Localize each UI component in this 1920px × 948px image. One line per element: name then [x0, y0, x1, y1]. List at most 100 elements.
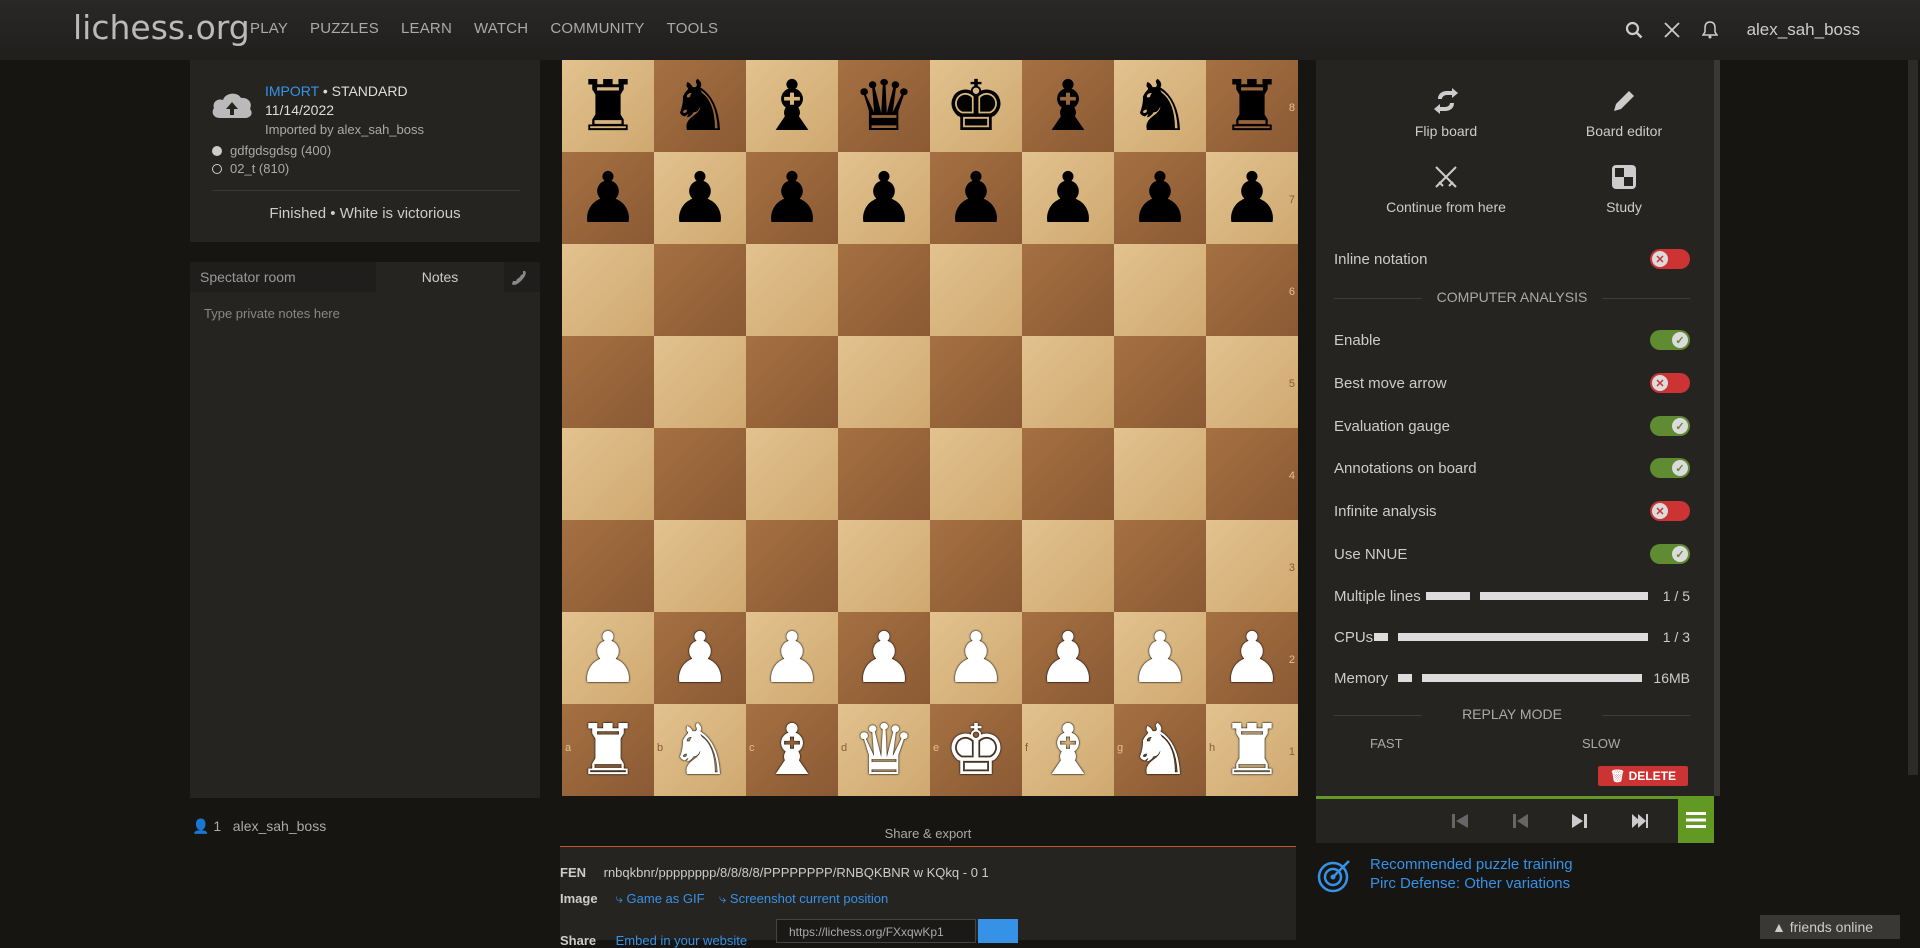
- white-queen-icon[interactable]: ♛: [853, 704, 916, 796]
- menu-hamburger-icon[interactable]: [1678, 796, 1714, 843]
- square-f7[interactable]: ♟: [1022, 152, 1114, 244]
- inline-notation-toggle[interactable]: ✕: [1650, 249, 1690, 269]
- square-c1[interactable]: ♝ c: [746, 704, 838, 796]
- white-pawn-icon[interactable]: ♟: [1037, 612, 1100, 704]
- black-pawn-icon[interactable]: ♟: [577, 152, 640, 244]
- white-pawn-icon[interactable]: ♟: [853, 612, 916, 704]
- opening-link[interactable]: Pirc Defense: Other variations: [1370, 875, 1570, 892]
- white-rook-icon[interactable]: ♜: [577, 704, 640, 796]
- square-a5[interactable]: [562, 336, 654, 428]
- annotations-toggle[interactable]: ✓: [1650, 458, 1690, 478]
- square-b4[interactable]: [654, 428, 746, 520]
- white-pawn-icon[interactable]: ♟: [1221, 612, 1284, 704]
- black-player[interactable]: 02_t (810): [212, 161, 289, 176]
- square-f6[interactable]: [1022, 244, 1114, 336]
- nav-play[interactable]: PLAY: [250, 20, 288, 37]
- continue-from-here-button[interactable]: Continue from here: [1356, 164, 1536, 215]
- puzzle-training-link[interactable]: Recommended puzzle training: [1370, 856, 1573, 873]
- square-h2[interactable]: ♟ 2: [1206, 612, 1298, 704]
- square-e3[interactable]: [930, 520, 1022, 612]
- tab-notes[interactable]: Notes: [376, 262, 504, 292]
- replay-fast[interactable]: FAST: [1370, 736, 1403, 751]
- black-pawn-icon[interactable]: ♟: [1037, 152, 1100, 244]
- square-g4[interactable]: [1114, 428, 1206, 520]
- square-f5[interactable]: [1022, 336, 1114, 428]
- black-pawn-icon[interactable]: ♟: [1221, 152, 1284, 244]
- friends-online-button[interactable]: ▲ friends online: [1760, 915, 1900, 939]
- last-move-icon[interactable]: [1626, 809, 1654, 833]
- black-rook-icon[interactable]: ♜: [577, 60, 640, 152]
- white-knight-icon[interactable]: ♞: [1129, 704, 1192, 796]
- square-c7[interactable]: ♟: [746, 152, 838, 244]
- square-c8[interactable]: ♝: [746, 60, 838, 152]
- square-c3[interactable]: [746, 520, 838, 612]
- square-h1[interactable]: ♜ 1 h: [1206, 704, 1298, 796]
- search-icon[interactable]: [1623, 19, 1645, 41]
- square-g8[interactable]: ♞: [1114, 60, 1206, 152]
- site-logo[interactable]: lichess.org: [73, 8, 250, 47]
- square-f3[interactable]: [1022, 520, 1114, 612]
- tab-spectator-room[interactable]: Spectator room: [200, 262, 296, 292]
- prev-move-icon[interactable]: [1506, 809, 1534, 833]
- white-pawn-icon[interactable]: ♟: [1129, 612, 1192, 704]
- square-a2[interactable]: ♟: [562, 612, 654, 704]
- page-scrollbar[interactable]: [1908, 60, 1918, 775]
- square-d3[interactable]: [838, 520, 930, 612]
- square-e4[interactable]: [930, 428, 1022, 520]
- enable-toggle[interactable]: ✓: [1650, 330, 1690, 350]
- white-rook-icon[interactable]: ♜: [1221, 704, 1284, 796]
- square-d7[interactable]: ♟: [838, 152, 930, 244]
- share-export-toggle[interactable]: Share & export: [560, 826, 1296, 841]
- black-pawn-icon[interactable]: ♟: [945, 152, 1008, 244]
- white-bishop-icon[interactable]: ♝: [761, 704, 824, 796]
- black-knight-icon[interactable]: ♞: [669, 60, 732, 152]
- square-c4[interactable]: [746, 428, 838, 520]
- white-pawn-icon[interactable]: ♟: [669, 612, 732, 704]
- game-as-gif-link[interactable]: Game as GIF: [627, 891, 705, 906]
- black-king-icon[interactable]: ♚: [945, 60, 1008, 152]
- square-h5[interactable]: 5: [1206, 336, 1298, 428]
- square-b6[interactable]: [654, 244, 746, 336]
- black-bishop-icon[interactable]: ♝: [761, 60, 824, 152]
- square-h4[interactable]: 4: [1206, 428, 1298, 520]
- share-url-input[interactable]: https://lichess.org/FXxqwKp1: [776, 919, 976, 943]
- infinite-toggle[interactable]: ✕: [1650, 501, 1690, 521]
- square-g1[interactable]: ♞ g: [1114, 704, 1206, 796]
- square-d1[interactable]: ♛ d: [838, 704, 930, 796]
- square-e5[interactable]: [930, 336, 1022, 428]
- nav-tools[interactable]: TOOLS: [667, 20, 719, 37]
- white-bishop-icon[interactable]: ♝: [1037, 704, 1100, 796]
- white-player[interactable]: gdfgdsgdsg (400): [212, 143, 331, 158]
- black-pawn-icon[interactable]: ♟: [853, 152, 916, 244]
- square-b8[interactable]: ♞: [654, 60, 746, 152]
- black-pawn-icon[interactable]: ♟: [669, 152, 732, 244]
- square-c6[interactable]: [746, 244, 838, 336]
- square-c5[interactable]: [746, 336, 838, 428]
- chess-board[interactable]: ♜ ♞ ♝ ♛ ♚ ♝ ♞ ♜ 8 ♟ ♟ ♟ ♟ ♟ ♟ ♟ ♟ 7 6 5 4 3 ♟ ♟ ♟ ♟ ♟ ♟ ♟ ♟ 2 ♜ a ♞ b ♝ c ♛ d ♚…: [562, 60, 1298, 796]
- square-d6[interactable]: [838, 244, 930, 336]
- notes-textarea[interactable]: Type private notes here: [204, 306, 340, 321]
- square-d8[interactable]: ♛: [838, 60, 930, 152]
- memory-slider[interactable]: 16MB: [1398, 670, 1690, 686]
- square-h7[interactable]: ♟ 7: [1206, 152, 1298, 244]
- square-g7[interactable]: ♟: [1114, 152, 1206, 244]
- square-f2[interactable]: ♟: [1022, 612, 1114, 704]
- voice-chat-phone-icon[interactable]: [510, 268, 528, 291]
- square-c2[interactable]: ♟: [746, 612, 838, 704]
- import-link[interactable]: IMPORT: [265, 83, 319, 99]
- square-d2[interactable]: ♟: [838, 612, 930, 704]
- square-g3[interactable]: [1114, 520, 1206, 612]
- square-b2[interactable]: ♟: [654, 612, 746, 704]
- screenshot-link[interactable]: Screenshot current position: [730, 891, 888, 906]
- square-a8[interactable]: ♜: [562, 60, 654, 152]
- black-knight-icon[interactable]: ♞: [1129, 60, 1192, 152]
- white-pawn-icon[interactable]: ♟: [577, 612, 640, 704]
- black-pawn-icon[interactable]: ♟: [1129, 152, 1192, 244]
- notification-bell-icon[interactable]: [1699, 19, 1721, 41]
- square-g6[interactable]: [1114, 244, 1206, 336]
- eval-gauge-toggle[interactable]: ✓: [1650, 416, 1690, 436]
- square-a1[interactable]: ♜ a: [562, 704, 654, 796]
- square-f1[interactable]: ♝ f: [1022, 704, 1114, 796]
- board-editor-button[interactable]: Board editor: [1564, 88, 1684, 139]
- square-e6[interactable]: [930, 244, 1022, 336]
